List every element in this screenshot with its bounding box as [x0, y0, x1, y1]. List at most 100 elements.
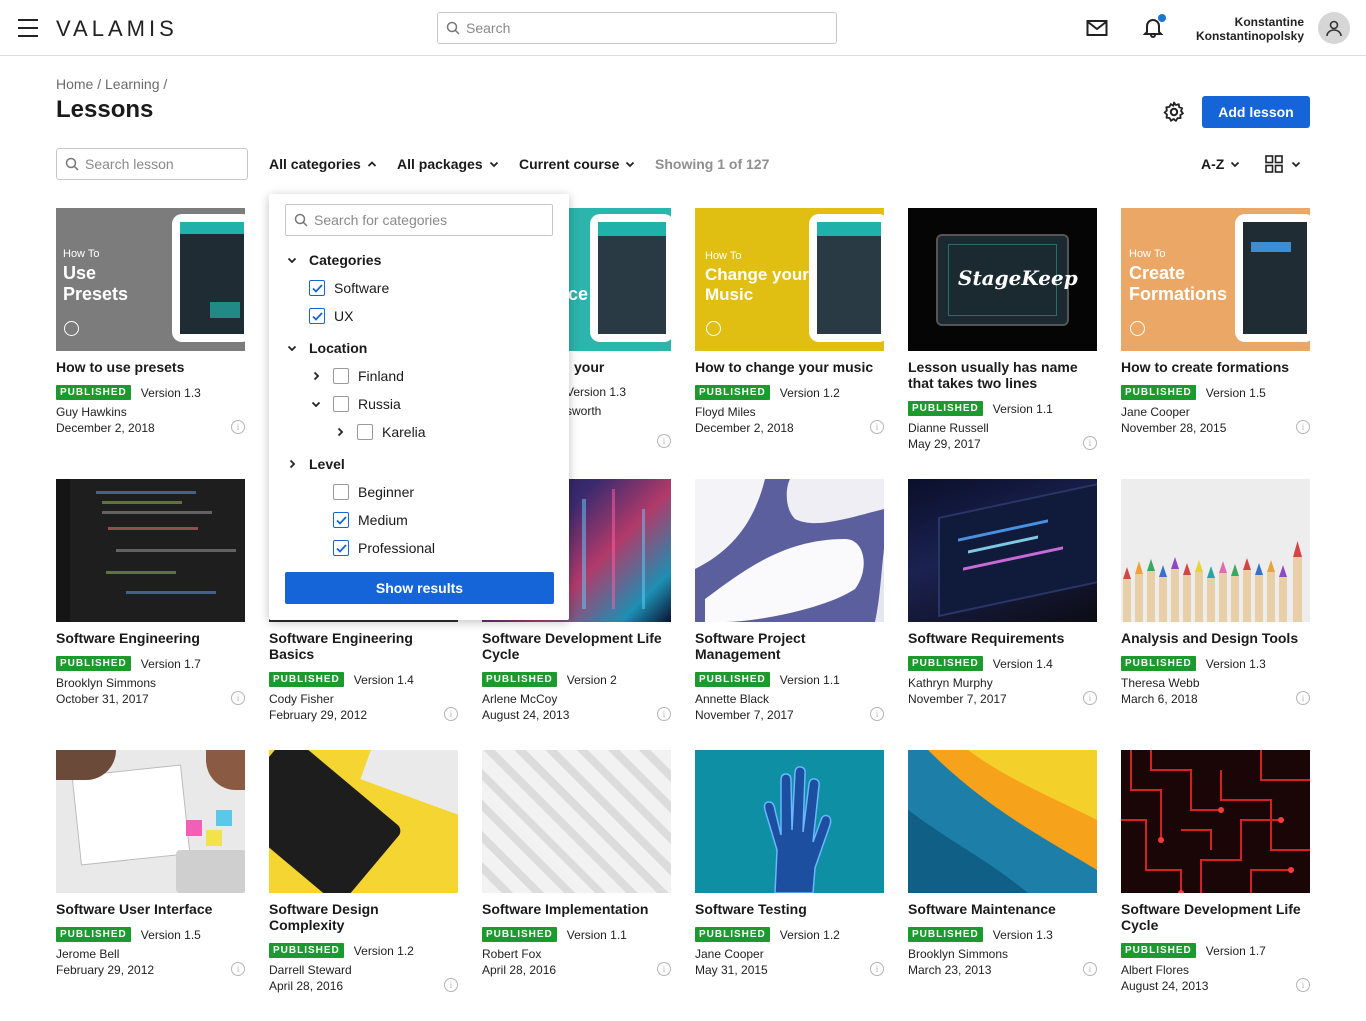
lesson-card[interactable]: Software Requirements PUBLISHED Version 1… — [908, 479, 1097, 706]
lesson-title[interactable]: How to change your music — [695, 359, 884, 375]
gear-icon[interactable] — [1163, 101, 1185, 123]
info-icon[interactable]: i — [1296, 420, 1310, 434]
mail-icon[interactable] — [1086, 18, 1108, 38]
info-icon[interactable]: i — [231, 962, 245, 976]
lesson-thumbnail[interactable]: How To Use Presets — [56, 208, 245, 351]
view-toggle[interactable] — [1265, 155, 1301, 173]
lesson-title[interactable]: Software Development Life Cycle — [1121, 901, 1310, 933]
user-name[interactable]: Konstantine Konstantinopolsky — [1196, 15, 1304, 43]
lesson-thumbnail[interactable] — [1121, 750, 1310, 893]
checkbox-unchecked[interactable] — [357, 424, 373, 440]
group-categories[interactable]: Categories — [287, 252, 381, 268]
search-lesson-input[interactable]: Search lesson — [56, 148, 248, 180]
lesson-card[interactable]: Software Engineering PUBLISHED Version 1.… — [56, 479, 245, 706]
lesson-thumbnail[interactable]: How To Create Formations — [1121, 208, 1310, 351]
lesson-thumbnail[interactable] — [269, 750, 458, 893]
info-icon[interactable]: i — [870, 962, 884, 976]
lesson-card[interactable]: How To Change your Music How to change yo… — [695, 208, 884, 435]
info-icon[interactable]: i — [231, 691, 245, 705]
lesson-thumbnail[interactable] — [1121, 479, 1310, 622]
lesson-thumbnail[interactable]: How To Change your Music — [695, 208, 884, 351]
lesson-thumbnail[interactable] — [56, 479, 245, 622]
lesson-title[interactable]: Software Testing — [695, 901, 884, 917]
option-russia[interactable]: Russia — [311, 396, 401, 412]
info-icon[interactable]: i — [444, 707, 458, 721]
checkbox-checked[interactable] — [309, 280, 325, 296]
lesson-card[interactable]: Software User Interface PUBLISHED Version… — [56, 750, 245, 977]
lesson-title[interactable]: Software Implementation — [482, 901, 671, 917]
info-icon[interactable]: i — [231, 420, 245, 434]
lesson-thumbnail[interactable] — [908, 479, 1097, 622]
option-software[interactable]: Software — [309, 280, 389, 296]
show-results-button[interactable]: Show results — [285, 572, 554, 604]
info-icon[interactable]: i — [1083, 691, 1097, 705]
lesson-card[interactable]: Software Project Management PUBLISHED Ver… — [695, 479, 884, 722]
lesson-card[interactable]: Analysis and Design Tools PUBLISHED Versi… — [1121, 479, 1310, 706]
info-icon[interactable]: i — [657, 434, 671, 448]
lesson-title[interactable]: How to use presets — [56, 359, 245, 375]
lesson-card[interactable]: Software Design Complexity PUBLISHED Vers… — [269, 750, 458, 993]
categories-filter[interactable]: All categories — [269, 156, 377, 172]
checkbox-checked[interactable] — [333, 540, 349, 556]
info-icon[interactable]: i — [657, 707, 671, 721]
add-lesson-button[interactable]: Add lesson — [1202, 96, 1310, 128]
chevron-right-icon[interactable] — [335, 427, 345, 437]
avatar[interactable] — [1318, 12, 1350, 44]
lesson-title[interactable]: Lesson usually has name that takes two l… — [908, 359, 1097, 391]
lesson-thumbnail[interactable] — [482, 750, 671, 893]
checkbox-unchecked[interactable] — [333, 396, 349, 412]
course-filter[interactable]: Current course — [519, 156, 635, 172]
option-medium[interactable]: Medium — [333, 512, 408, 528]
breadcrumb[interactable]: Home / Learning / — [56, 76, 167, 92]
lesson-title[interactable]: How to create formations — [1121, 359, 1310, 375]
lesson-title[interactable]: Software Engineering — [56, 630, 245, 646]
lesson-title[interactable]: Software Requirements — [908, 630, 1097, 646]
group-location[interactable]: Location — [287, 340, 367, 356]
lesson-thumbnail[interactable] — [695, 750, 884, 893]
sort-dropdown[interactable]: A-Z — [1201, 156, 1240, 172]
info-icon[interactable]: i — [657, 962, 671, 976]
lesson-title[interactable]: Software Engineering Basics — [269, 630, 458, 662]
global-search-input[interactable]: Search — [437, 12, 837, 44]
logo[interactable]: VALAMIS — [56, 16, 178, 42]
lesson-card[interactable]: Software Testing PUBLISHED Version 1.2 Ja… — [695, 750, 884, 977]
lesson-thumbnail[interactable] — [908, 750, 1097, 893]
lesson-thumbnail[interactable]: StageKeep — [908, 208, 1097, 351]
checkbox-unchecked[interactable] — [333, 484, 349, 500]
checkbox-checked[interactable] — [333, 512, 349, 528]
option-ux[interactable]: UX — [309, 308, 353, 324]
packages-filter[interactable]: All packages — [397, 156, 499, 172]
option-karelia[interactable]: Karelia — [335, 424, 426, 440]
group-level[interactable]: Level — [287, 456, 345, 472]
lesson-title[interactable]: Software Project Management — [695, 630, 884, 662]
lesson-card[interactable]: Software Implementation PUBLISHED Version… — [482, 750, 671, 977]
lesson-thumbnail[interactable] — [695, 479, 884, 622]
info-icon[interactable]: i — [444, 978, 458, 992]
lesson-card[interactable]: StageKeep Lesson usually has name that t… — [908, 208, 1097, 451]
option-beginner[interactable]: Beginner — [333, 484, 414, 500]
chevron-down-icon[interactable] — [311, 399, 321, 409]
lesson-title[interactable]: Software Development Life Cycle — [482, 630, 671, 662]
lesson-thumbnail[interactable] — [56, 750, 245, 893]
lesson-card[interactable]: Software Development Life Cycle PUBLISHE… — [1121, 750, 1310, 993]
option-finland[interactable]: Finland — [311, 368, 404, 384]
lesson-card[interactable]: How To Create Formations How to create fo… — [1121, 208, 1310, 435]
lesson-title[interactable]: Software Design Complexity — [269, 901, 458, 933]
info-icon[interactable]: i — [1296, 978, 1310, 992]
info-icon[interactable]: i — [1296, 691, 1310, 705]
lesson-card[interactable]: Software Maintenance PUBLISHED Version 1.… — [908, 750, 1097, 977]
chevron-right-icon[interactable] — [311, 371, 321, 381]
option-professional[interactable]: Professional — [333, 540, 435, 556]
menu-icon[interactable] — [18, 19, 38, 37]
info-icon[interactable]: i — [1083, 436, 1097, 450]
category-search-input[interactable]: Search for categories — [285, 204, 553, 236]
checkbox-checked[interactable] — [309, 308, 325, 324]
info-icon[interactable]: i — [870, 420, 884, 434]
lesson-title[interactable]: Software Maintenance — [908, 901, 1097, 917]
info-icon[interactable]: i — [1083, 962, 1097, 976]
checkbox-unchecked[interactable] — [333, 368, 349, 384]
lesson-title[interactable]: Analysis and Design Tools — [1121, 630, 1310, 646]
notifications-button[interactable] — [1142, 14, 1166, 43]
lesson-title[interactable]: Software User Interface — [56, 901, 245, 917]
info-icon[interactable]: i — [870, 707, 884, 721]
